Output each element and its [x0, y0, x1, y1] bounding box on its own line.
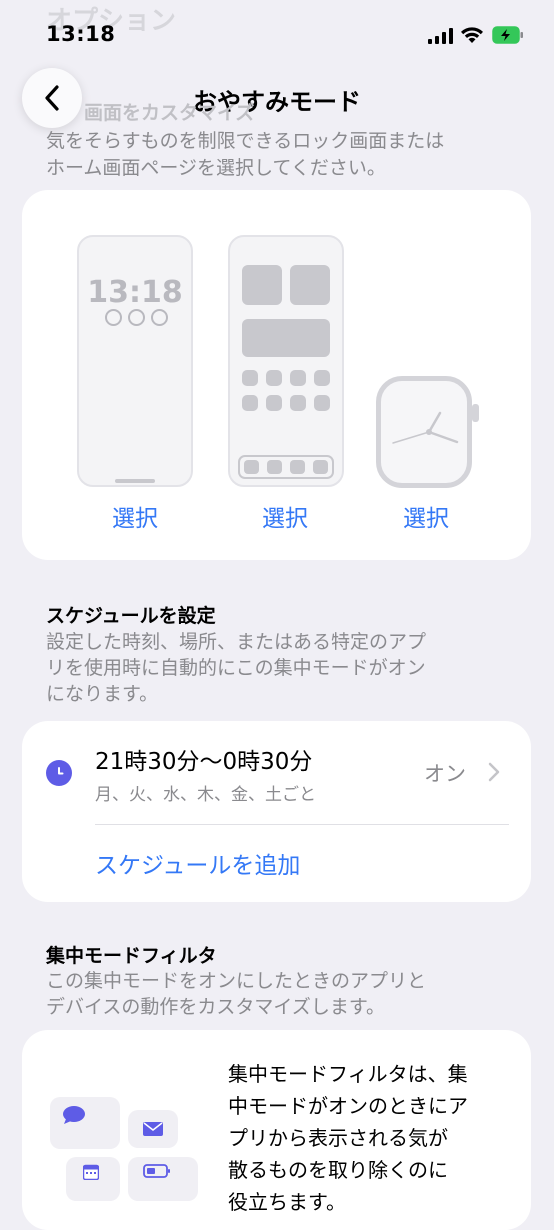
home-screen-preview[interactable] [228, 235, 344, 487]
widget-tile [242, 265, 282, 305]
schedule-description-line3: になります。 [46, 683, 159, 705]
focus-filter-text-line4: 散るものを取り除くのに [228, 1158, 448, 1182]
schedule-time: 21時30分〜0時30分 [95, 749, 313, 775]
mail-tile [128, 1110, 178, 1148]
message-tile [50, 1097, 120, 1149]
customize-description-line1: 気をそらすものを制限できるロック画面または [46, 130, 445, 152]
watch-face-preview[interactable] [376, 376, 472, 488]
customize-heading-fragment: 画面をカスタマイズ [84, 102, 255, 124]
app-tile [314, 370, 330, 386]
message-icon [63, 1106, 85, 1124]
app-tile [314, 395, 330, 411]
focus-filters-description-line1: この集中モードをオンにしたときのアプリと [46, 970, 427, 992]
lock-screen-time: 13:18 [87, 275, 183, 310]
clock-icon [46, 760, 72, 786]
watch-crown [472, 404, 479, 422]
focus-filter-text-line3: プリから表示される気が [228, 1126, 448, 1150]
widget-tile [290, 265, 330, 305]
divider [95, 824, 509, 825]
schedule-status: オン [424, 762, 466, 786]
schedule-description-line1: 設定した時刻、場所、またはある特定のアプ [46, 631, 427, 653]
battery-charging-icon [492, 25, 524, 49]
app-tile [290, 395, 306, 411]
widget-tile [242, 319, 330, 357]
battery-tile [128, 1157, 198, 1201]
chevron-right-icon [488, 762, 500, 786]
select-lock-screen-link[interactable]: 選択 [75, 499, 195, 533]
dock [238, 455, 334, 479]
app-tile [290, 370, 306, 386]
select-home-screen-link[interactable]: 選択 [225, 499, 345, 533]
app-tile [242, 370, 258, 386]
mail-icon [143, 1122, 163, 1136]
customize-description-line2: ホーム画面ページを選択してください。 [46, 157, 386, 179]
signal-icon [428, 28, 454, 48]
watch-clock-hands [392, 411, 459, 444]
app-tile [242, 395, 258, 411]
calendar-icon [83, 1164, 99, 1180]
focus-filter-card-text: 集中モードフィルタは、集 中モードがオンのときにア プリから表示される気が 散る… [228, 1058, 518, 1218]
app-tile [266, 370, 282, 386]
focus-filter-text-line2: 中モードがオンのときにア [228, 1094, 468, 1118]
focus-filter-text-line5: 役立ちます。 [228, 1190, 346, 1214]
battery-icon [143, 1164, 170, 1178]
calendar-tile [66, 1157, 120, 1201]
home-indicator [115, 479, 155, 483]
wifi-icon [460, 26, 484, 48]
select-watch-face-link[interactable]: 選択 [366, 499, 486, 533]
add-schedule-button[interactable]: スケジュールを追加 [95, 846, 300, 880]
focus-filters-description-line2: デバイスの動作をカスタマイズします。 [46, 996, 385, 1018]
schedule-section-title: スケジュールを設定 [46, 605, 216, 627]
status-time: 13:18 [46, 22, 116, 46]
focus-filters-title: 集中モードフィルタ [46, 945, 217, 967]
lock-screen-preview[interactable]: 13:18 [77, 235, 193, 487]
schedule-description-line2: リを使用時に自動的にこの集中モードがオン [46, 657, 426, 679]
app-tile [266, 395, 282, 411]
schedule-days: 月、火、水、木、金、土ごと [95, 785, 316, 805]
lock-screen-widgets [105, 309, 168, 326]
focus-filter-text-line1: 集中モードフィルタは、集 [228, 1062, 468, 1086]
